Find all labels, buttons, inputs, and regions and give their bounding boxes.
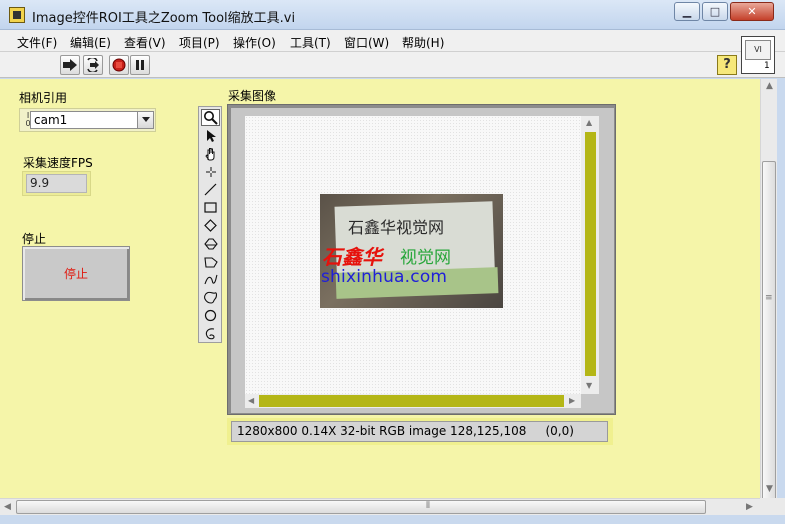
run-continuously-button[interactable]	[83, 55, 103, 75]
menu-operate[interactable]: 操作(O)	[233, 34, 276, 51]
window-scroll-left-icon[interactable]: ◀	[4, 502, 11, 512]
window-vertical-grip-icon: ≡	[765, 293, 773, 303]
window-vertical-scrollbar[interactable]: ▲ ≡ ▼	[760, 79, 777, 519]
window-title: Image控件ROI工具之Zoom Tool缩放工具.vi	[32, 11, 296, 26]
polygon-tool[interactable]	[201, 253, 220, 270]
pan-icon	[204, 147, 214, 160]
annulus-tool[interactable]	[201, 235, 220, 252]
fps-indicator: 9.9	[22, 171, 91, 196]
camera-label: 相机引用	[19, 91, 68, 105]
freehand-region-tool[interactable]	[201, 289, 220, 306]
roi-tool-palette	[198, 106, 222, 343]
camera-value[interactable]: cam1	[30, 111, 138, 129]
zoom-tool[interactable]	[201, 109, 220, 126]
stop-label: 停止	[22, 232, 47, 246]
menu-tools[interactable]: 工具(T)	[290, 34, 331, 51]
scroll-right-icon[interactable]: ▶	[569, 396, 575, 405]
window-scroll-down-icon[interactable]: ▼	[766, 484, 773, 494]
image-vertical-scrollbar[interactable]: ▲ ▼	[581, 116, 599, 394]
pan-tool[interactable]	[201, 145, 220, 162]
dropdown-button[interactable]	[137, 111, 154, 129]
maximize-button[interactable]: □	[702, 2, 728, 21]
menu-help[interactable]: 帮助(H)	[402, 34, 444, 51]
freehand-region-icon	[203, 291, 217, 304]
rotated-rectangle-icon	[204, 219, 217, 232]
image-info-text: 1280x800 0.14X 32-bit RGB image 128,125,…	[231, 421, 608, 442]
freehand-line-tool[interactable]	[201, 271, 220, 288]
point-icon	[205, 166, 216, 177]
image-display-label: 采集图像	[228, 89, 277, 103]
close-button[interactable]: ✕	[730, 2, 774, 21]
broken-line-icon	[205, 328, 215, 340]
camera-image: 石鑫华视觉网 石鑫华 视觉网 shixinhua.com	[320, 194, 503, 308]
title-bar: Image控件ROI工具之Zoom Tool缩放工具.vi ▁ □ ✕	[0, 0, 785, 30]
oval-tool[interactable]	[201, 307, 220, 324]
labview-vi-icon	[9, 7, 25, 23]
vi-connector-icon: VI 1	[741, 36, 775, 74]
run-continuously-icon	[87, 58, 99, 72]
annulus-icon	[203, 237, 218, 250]
abort-button[interactable]	[109, 55, 129, 75]
camera-selector[interactable]: I0 cam1	[19, 108, 156, 132]
run-arrow-icon	[63, 59, 77, 71]
pointer-icon	[206, 129, 216, 142]
menu-edit[interactable]: 编辑(E)	[70, 34, 111, 51]
menu-project[interactable]: 项目(P)	[179, 34, 220, 51]
run-button[interactable]	[60, 55, 80, 75]
menu-file[interactable]: 文件(F)	[17, 34, 57, 51]
vi-icon-number: 1	[764, 61, 770, 71]
fps-label: 采集速度FPS	[23, 156, 93, 170]
abort-execution-icon	[112, 58, 126, 72]
toolbar	[0, 52, 785, 78]
photo-text-top: 石鑫华视觉网	[348, 218, 445, 237]
rotated-rectangle-tool[interactable]	[201, 217, 220, 234]
window-horizontal-scrollbar[interactable]: ◀ ⦀ ▶	[0, 498, 760, 515]
image-horizontal-scrollbar[interactable]: ◀ ▶	[245, 394, 581, 408]
photo-text-green: 视觉网	[400, 248, 451, 268]
image-horizontal-thumb[interactable]	[259, 395, 564, 407]
freehand-line-icon	[203, 274, 218, 284]
minimize-button[interactable]: ▁	[674, 2, 700, 21]
context-help-button[interactable]: ?	[717, 55, 737, 75]
pause-button[interactable]	[130, 55, 150, 75]
window-vertical-thumb[interactable]	[762, 161, 776, 519]
photo-text-web: shixinhua.com	[321, 267, 448, 287]
image-info-bar: 1280x800 0.14X 32-bit RGB image 128,125,…	[227, 418, 613, 445]
line-icon	[204, 183, 217, 196]
menu-bar: 文件(F) 编辑(E) 查看(V) 项目(P) 操作(O) 工具(T) 窗口(W…	[0, 30, 785, 52]
line-tool[interactable]	[201, 181, 220, 198]
oval-icon	[204, 309, 217, 322]
scroll-left-icon[interactable]: ◀	[248, 396, 254, 405]
image-vertical-thumb[interactable]	[585, 132, 596, 376]
scroll-down-icon[interactable]: ▼	[586, 381, 592, 390]
photo-text-red: 石鑫华	[322, 245, 382, 269]
fps-value: 9.9	[26, 174, 87, 193]
scroll-up-icon[interactable]: ▲	[586, 118, 592, 127]
menu-view[interactable]: 查看(V)	[124, 34, 166, 51]
polygon-icon	[203, 256, 218, 268]
menu-window[interactable]: 窗口(W)	[344, 34, 389, 51]
rectangle-icon	[204, 202, 217, 213]
chevron-down-icon	[141, 117, 150, 122]
zoom-icon	[204, 111, 218, 125]
stop-button[interactable]: 停止	[22, 246, 130, 301]
vi-icon-image: VI	[745, 40, 771, 60]
window-scroll-right-icon[interactable]: ▶	[746, 502, 753, 512]
pause-icon	[136, 60, 144, 70]
window-horizontal-grip-icon: ⦀	[426, 501, 430, 511]
rectangle-tool[interactable]	[201, 199, 220, 216]
point-tool[interactable]	[201, 163, 220, 180]
window-bottom-border	[0, 515, 785, 524]
window-scroll-up-icon[interactable]: ▲	[766, 81, 773, 91]
stop-button-text: 停止	[63, 267, 88, 281]
broken-line-tool[interactable]	[201, 325, 220, 342]
pointer-tool[interactable]	[201, 127, 220, 144]
window-horizontal-thumb[interactable]	[16, 500, 706, 514]
